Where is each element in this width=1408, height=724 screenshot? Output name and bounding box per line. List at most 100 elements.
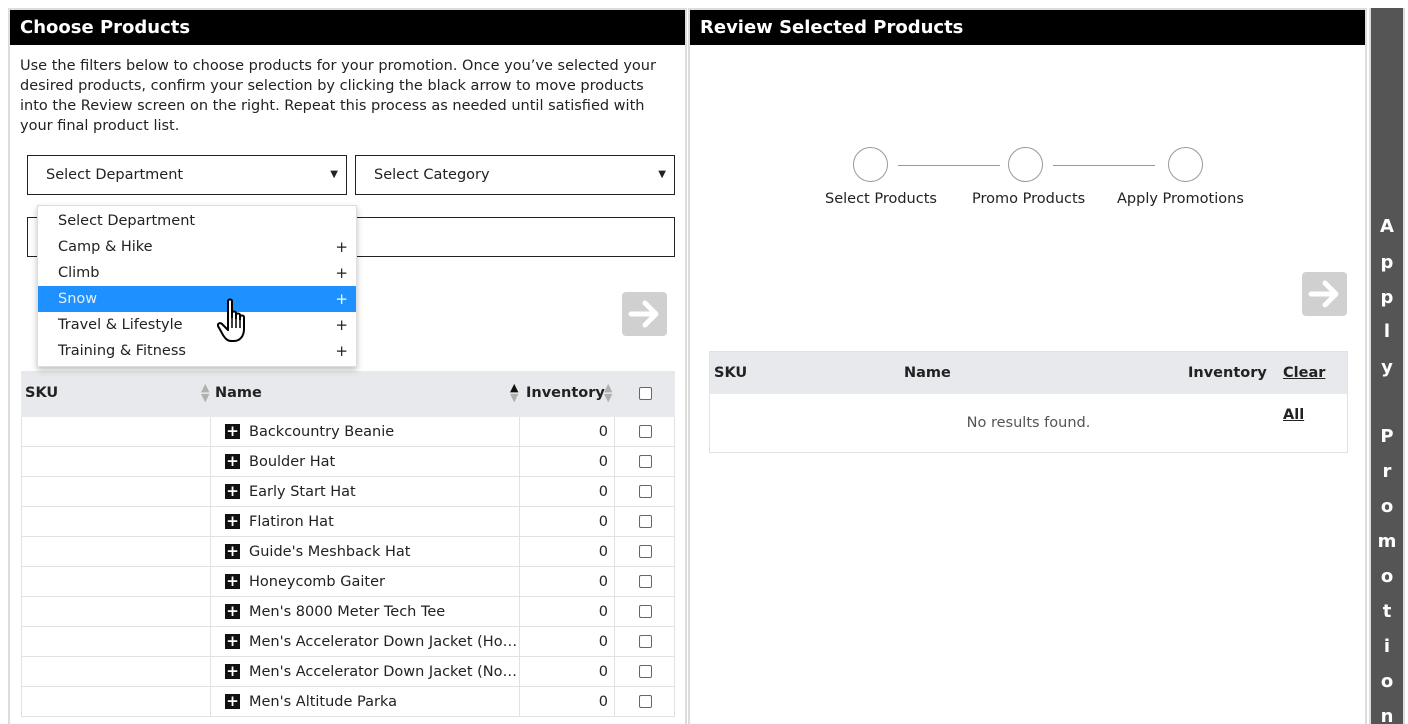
column-header-name[interactable]: Name [215,371,262,415]
department-option[interactable]: Camp & Hike + [38,234,356,260]
category-select[interactable]: Select Category ▼ [355,155,675,195]
table-row: + Men's Accelerator Down Jacket (Hoo... 0 [21,627,675,657]
department-option[interactable]: Travel & Lifestyle + [38,312,356,338]
review-column-name: Name [904,365,951,381]
step-connector [1053,165,1155,166]
name-cell: + Men's 8000 Meter Tech Tee [211,597,520,627]
column-header-inventory[interactable]: Inventory [526,371,605,415]
review-table: SKU Name Inventory Clear All No results … [709,351,1348,453]
apply-promotion-letter: o [1380,496,1394,517]
apply-promotion-letter: m [1377,531,1397,552]
expand-plus-icon[interactable]: + [335,234,348,260]
review-products-title: Review Selected Products [690,10,1365,45]
expand-row-icon[interactable]: + [225,634,240,649]
checkbox-cell [615,627,675,657]
row-checkbox[interactable] [639,485,652,498]
sort-icon[interactable]: ▲ ▼ [201,382,209,403]
choose-products-panel: Choose Products Use the filters below to… [8,8,687,724]
inventory-cell: 0 [520,477,615,507]
name-cell: + Men's Altitude Parka [211,687,520,717]
move-to-review-button[interactable] [622,292,667,336]
department-select[interactable]: Select Department ▼ [27,155,347,195]
inventory-cell: 0 [520,417,615,447]
column-header-sku[interactable]: SKU [25,371,58,415]
category-select-value: Select Category [374,167,490,183]
sku-cell [21,507,211,537]
expand-row-icon[interactable]: + [225,454,240,469]
row-checkbox[interactable] [639,515,652,528]
inventory-cell: 0 [520,537,615,567]
row-checkbox[interactable] [639,575,652,588]
step-1-indicator [853,147,888,182]
row-checkbox[interactable] [639,665,652,678]
product-name: Boulder Hat [249,454,336,470]
apply-promotion-letter: p [1380,252,1394,273]
apply-promotion-letter: o [1380,671,1394,692]
apply-promotion-letter: y [1381,357,1393,378]
department-option[interactable]: Climb + [38,260,356,286]
expand-row-icon[interactable]: + [225,604,240,619]
checkbox-cell [615,447,675,477]
expand-row-icon[interactable]: + [225,694,240,709]
department-option-label: Climb [58,265,100,281]
expand-row-icon[interactable]: + [225,484,240,499]
checkbox-cell [615,567,675,597]
department-dropdown: Select Department Camp & Hike + Climb + Snow +… [37,205,357,367]
sku-cell [21,537,211,567]
product-name: Men's Accelerator Down Jacket (Non... [249,664,520,680]
department-option[interactable]: Snow + [38,286,356,312]
clear-all-link[interactable]: Clear All [1283,352,1347,436]
arrow-right-icon [628,300,659,328]
sort-icon[interactable]: ▲ ▼ [604,382,612,403]
expand-plus-icon[interactable]: + [335,312,348,338]
sku-cell [21,597,211,627]
table-row: + Backcountry Beanie 0 [21,417,675,447]
row-checkbox[interactable] [639,695,652,708]
product-name: Flatiron Hat [249,514,334,530]
sku-cell [21,567,211,597]
table-row: + Boulder Hat 0 [21,447,675,477]
name-cell: + Early Start Hat [211,477,520,507]
apply-promotion-letter: o [1380,566,1394,587]
inventory-cell: 0 [520,507,615,537]
product-name: Men's Altitude Parka [249,694,398,710]
sku-cell [21,417,211,447]
checkbox-cell [615,597,675,627]
row-checkbox[interactable] [639,545,652,558]
expand-plus-icon[interactable]: + [335,338,348,364]
expand-row-icon[interactable]: + [225,664,240,679]
row-checkbox[interactable] [639,605,652,618]
expand-row-icon[interactable]: + [225,574,240,589]
expand-row-icon[interactable]: + [225,514,240,529]
expand-row-icon[interactable]: + [225,424,240,439]
caret-down-icon: ▼ [658,169,666,180]
product-table-header: SKU ▲ ▼ Name ▲ ▼ Inventory ▲ ▼ [21,371,675,417]
table-row: + Men's 8000 Meter Tech Tee 0 [21,597,675,627]
inventory-cell: 0 [520,567,615,597]
product-table: SKU ▲ ▼ Name ▲ ▼ Inventory ▲ ▼ + Backcountry… [21,371,675,717]
department-option[interactable]: Training & Fitness + [38,338,356,364]
expand-plus-icon[interactable]: + [335,286,348,312]
row-checkbox[interactable] [639,425,652,438]
expand-row-icon[interactable]: + [225,544,240,559]
department-option[interactable]: Select Department [38,208,356,234]
select-all-checkbox[interactable] [639,387,652,400]
proceed-button[interactable] [1302,272,1347,316]
sku-cell [21,687,211,717]
apply-promotion-button[interactable]: ApplyPromotion [1369,8,1405,724]
row-checkbox[interactable] [639,455,652,468]
apply-promotion-letter: p [1380,287,1394,308]
apply-promotion-letter: i [1383,636,1391,657]
apply-promotion-letter: P [1380,426,1394,447]
row-checkbox[interactable] [639,635,652,648]
expand-plus-icon[interactable]: + [335,260,348,286]
sort-icon[interactable]: ▲ ▼ [510,382,518,403]
name-cell: + Men's Accelerator Down Jacket (Non... [211,657,520,687]
table-row: + Honeycomb Gaiter 0 [21,567,675,597]
product-name: Honeycomb Gaiter [249,574,385,590]
inventory-cell: 0 [520,657,615,687]
sku-cell [21,657,211,687]
department-option-label: Select Department [58,213,196,229]
checkbox-cell [615,657,675,687]
apply-promotion-letter: n [1380,706,1394,724]
